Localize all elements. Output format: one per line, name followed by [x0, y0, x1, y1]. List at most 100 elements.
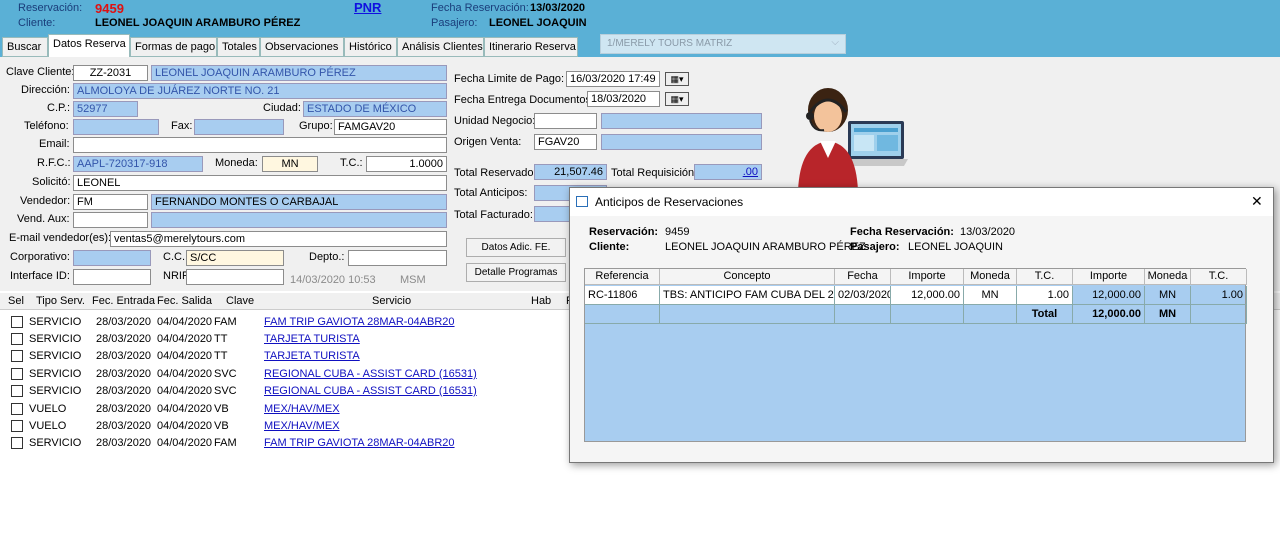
moneda-field[interactable]: MN — [262, 156, 318, 172]
row-salida: 04/04/2020 — [157, 437, 213, 449]
rfc-field[interactable]: AAPL-720317-918 — [73, 156, 203, 172]
col-importe[interactable]: Importe — [891, 269, 964, 285]
cell-referencia[interactable]: RC-11806 — [585, 286, 660, 305]
fecha-entrega-field[interactable]: 18/03/2020 — [587, 91, 660, 107]
col-fec-salida[interactable]: Fec. Salida — [157, 295, 212, 307]
row-checkbox[interactable] — [11, 350, 23, 362]
email-field[interactable] — [73, 137, 447, 153]
tab-itinerario-reserva[interactable]: Itinerario Reserva — [484, 37, 578, 57]
row-servicio-link[interactable]: MEX/HAV/MEX — [264, 420, 340, 432]
col-sel[interactable]: Sel — [8, 295, 24, 307]
col-importe-2[interactable]: Importe — [1073, 269, 1145, 285]
unidad-negocio-field[interactable] — [534, 113, 597, 129]
tab-analisis-clientes[interactable]: Análisis Clientes — [397, 37, 484, 57]
pasajero-label: Pasajero: — [431, 17, 478, 29]
col-referencia[interactable]: Referencia — [585, 269, 660, 285]
table-row[interactable]: SERVICIO 28/03/2020 04/04/2020 SVC REGIO… — [0, 366, 580, 383]
agency-select[interactable]: 1/MERELY TOURS MATRIZ ⌵ — [600, 34, 846, 54]
direccion-field[interactable]: ALMOLOYA DE JUÁREZ NORTE NO. 21 — [73, 83, 447, 99]
row-checkbox[interactable] — [11, 385, 23, 397]
tab-formas-de-pago[interactable]: Formas de pago — [130, 37, 217, 57]
col-tipo-serv[interactable]: Tipo Serv. — [36, 295, 85, 307]
col-tc-2[interactable]: T.C. — [1191, 269, 1247, 285]
clave-cliente-field[interactable]: ZZ-2031 — [73, 65, 148, 81]
tab-historico[interactable]: Histórico — [344, 37, 397, 57]
fax-field[interactable] — [194, 119, 284, 135]
interface-id-field[interactable] — [73, 269, 151, 285]
table-row[interactable]: VUELO 28/03/2020 04/04/2020 VB MEX/HAV/M… — [0, 418, 580, 435]
vendedor-field[interactable]: FM — [73, 194, 148, 210]
col-moneda-2[interactable]: Moneda — [1145, 269, 1191, 285]
tc-field[interactable]: 1.0000 — [366, 156, 447, 172]
row-checkbox[interactable] — [11, 420, 23, 432]
detalle-programas-button[interactable]: Detalle Programas — [466, 263, 566, 282]
row-servicio-link[interactable]: TARJETA TURISTA — [264, 350, 360, 362]
cell-moneda-2[interactable]: MN — [1145, 286, 1191, 305]
table-row[interactable]: SERVICIO 28/03/2020 04/04/2020 SVC REGIO… — [0, 383, 580, 400]
tab-buscar[interactable]: Buscar — [2, 37, 48, 57]
cell-concepto[interactable]: TBS: ANTICIPO FAM CUBA DEL 28MA — [660, 286, 835, 305]
moneda-label: Moneda: — [215, 157, 258, 169]
col-clave[interactable]: Clave — [226, 295, 254, 307]
row-checkbox[interactable] — [11, 437, 23, 449]
tab-totales[interactable]: Totales — [217, 37, 260, 57]
cell-importe-2[interactable]: 12,000.00 — [1073, 286, 1145, 305]
row-servicio-link[interactable]: REGIONAL CUBA - ASSIST CARD (16531) — [264, 385, 477, 397]
cell-tc[interactable]: 1.00 — [1017, 286, 1073, 305]
fecha-limite-field[interactable]: 16/03/2020 17:49 — [566, 71, 660, 87]
cell-moneda[interactable]: MN — [964, 286, 1017, 305]
total-requisicion-field[interactable]: .00 — [694, 164, 762, 180]
vend-aux-nombre-field[interactable] — [151, 212, 447, 228]
col-fecha[interactable]: Fecha — [835, 269, 891, 285]
col-hab[interactable]: Hab — [531, 295, 551, 307]
solicito-field[interactable]: LEONEL — [73, 175, 447, 191]
row-checkbox[interactable] — [11, 403, 23, 415]
cell-fecha[interactable]: 02/03/2020 — [835, 286, 891, 305]
cell-importe[interactable]: 12,000.00 — [891, 286, 964, 305]
nrif-field[interactable] — [186, 269, 284, 285]
calendar-dropdown-icon[interactable]: ▦▾ — [665, 92, 689, 106]
table-row[interactable]: SERVICIO 28/03/2020 04/04/2020 FAM FAM T… — [0, 435, 580, 452]
table-row[interactable]: SERVICIO 28/03/2020 04/04/2020 FAM FAM T… — [0, 314, 580, 331]
col-servicio[interactable]: Servicio — [372, 295, 411, 307]
table-row[interactable]: SERVICIO 28/03/2020 04/04/2020 TT TARJET… — [0, 331, 580, 348]
calendar-dropdown-icon[interactable]: ▦▾ — [665, 72, 689, 86]
row-checkbox[interactable] — [11, 333, 23, 345]
cell-tc-2[interactable]: 1.00 — [1191, 286, 1247, 305]
row-checkbox[interactable] — [11, 368, 23, 380]
cp-field[interactable]: 52977 — [73, 101, 138, 117]
vend-aux-field[interactable] — [73, 212, 148, 228]
row-checkbox[interactable] — [11, 316, 23, 328]
row-servicio-link[interactable]: REGIONAL CUBA - ASSIST CARD (16531) — [264, 368, 477, 380]
origen-venta-nombre-field[interactable] — [601, 134, 762, 150]
table-row[interactable]: SERVICIO 28/03/2020 04/04/2020 TT TARJET… — [0, 348, 580, 365]
col-concepto[interactable]: Concepto — [660, 269, 835, 285]
tab-observaciones[interactable]: Observaciones — [260, 37, 344, 57]
depto-field[interactable] — [348, 250, 447, 266]
datos-adic-fe-button[interactable]: Datos Adic. FE. — [466, 238, 566, 257]
col-fec-entrada[interactable]: Fec. Entrada — [92, 295, 155, 307]
dialog-titlebar[interactable]: Anticipos de Reservaciones ✕ — [570, 188, 1273, 216]
row-servicio-link[interactable]: FAM TRIP GAVIOTA 28MAR-04ABR20 — [264, 437, 455, 449]
corporativo-field[interactable] — [73, 250, 151, 266]
table-row[interactable]: VUELO 28/03/2020 04/04/2020 VB MEX/HAV/M… — [0, 401, 580, 418]
anticipos-dialog: Anticipos de Reservaciones ✕ Reservación… — [569, 187, 1274, 463]
row-servicio-link[interactable]: TARJETA TURISTA — [264, 333, 360, 345]
pnr-link[interactable]: PNR — [354, 0, 381, 15]
tab-datos-reserva[interactable]: Datos Reserva — [48, 34, 130, 57]
row-servicio-link[interactable]: MEX/HAV/MEX — [264, 403, 340, 415]
row-servicio-link[interactable]: FAM TRIP GAVIOTA 28MAR-04ABR20 — [264, 316, 455, 328]
email-vendedor-field[interactable]: ventas5@merelytours.com — [110, 231, 447, 247]
unidad-negocio-nombre-field[interactable] — [601, 113, 762, 129]
vendedor-nombre-field[interactable]: FERNANDO MONTES O CARBAJAL — [151, 194, 447, 210]
close-icon[interactable]: ✕ — [1251, 193, 1263, 210]
cc-field[interactable]: S/CC — [186, 250, 284, 266]
col-tc[interactable]: T.C. — [1017, 269, 1073, 285]
telefono-field[interactable] — [73, 119, 159, 135]
grupo-field[interactable]: FAMGAV20 — [334, 119, 447, 135]
origen-venta-field[interactable]: FGAV20 — [534, 134, 597, 150]
row-tipo: VUELO — [29, 420, 67, 432]
ciudad-field[interactable]: ESTADO DE MÉXICO — [303, 101, 447, 117]
cliente-nombre-field[interactable]: LEONEL JOAQUIN ARAMBURO PÉREZ — [151, 65, 447, 81]
col-moneda[interactable]: Moneda — [964, 269, 1017, 285]
